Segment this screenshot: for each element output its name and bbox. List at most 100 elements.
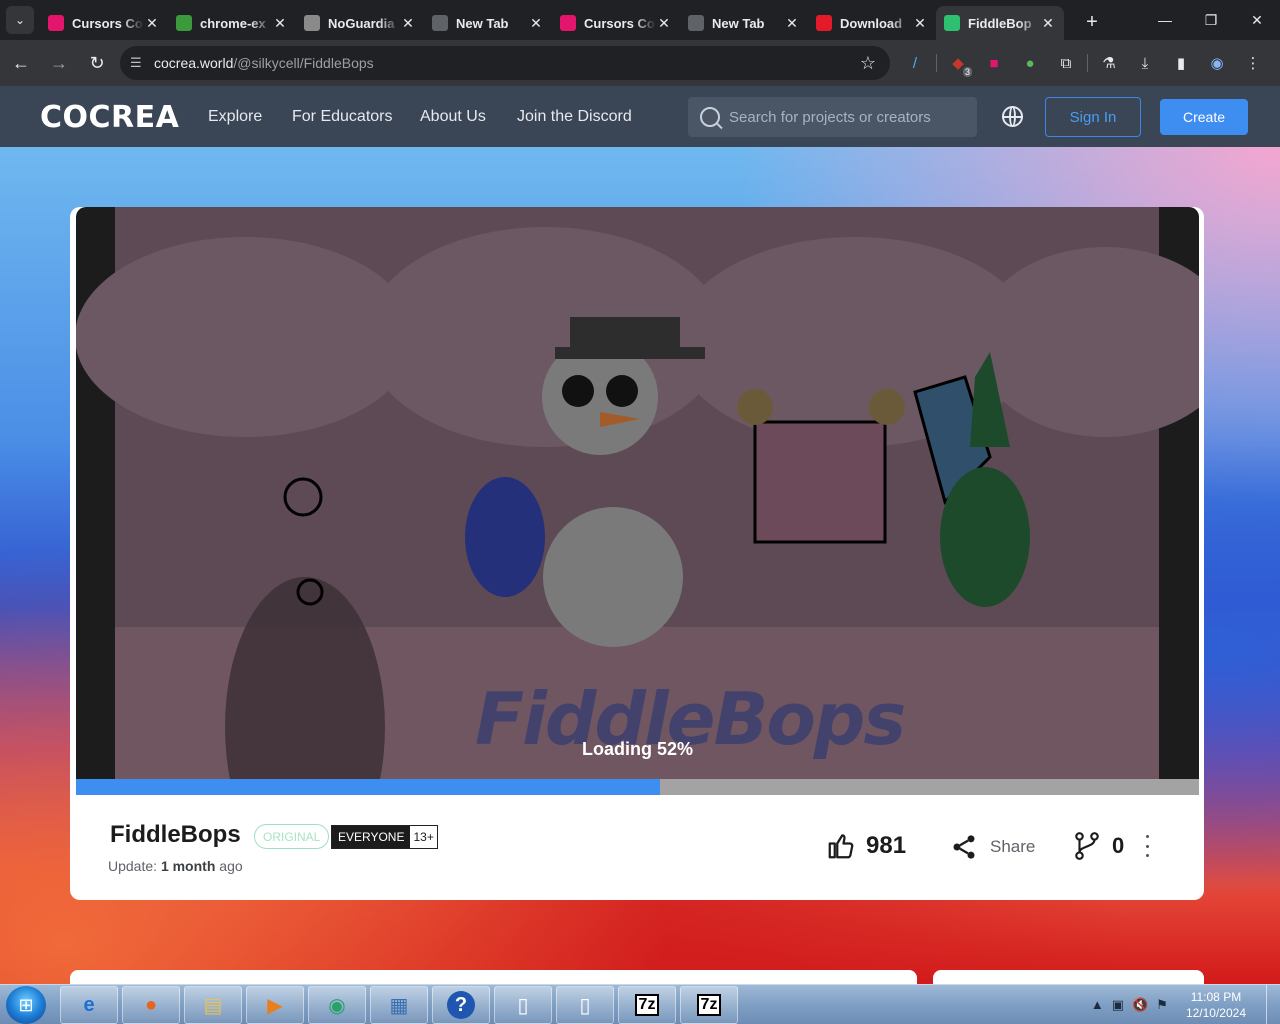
side-panel-icon[interactable]: ▮ — [1166, 48, 1196, 78]
remix-button[interactable]: 0 — [1074, 831, 1124, 861]
address-bar[interactable]: ☰ cocrea.world/@silkycell/FiddleBops ☆ — [120, 46, 890, 80]
bookmark-star-icon[interactable]: ☆ — [860, 53, 876, 74]
loading-text: Loading 52% — [581, 739, 693, 759]
chrome-taskbar-icon[interactable]: ◉ — [308, 986, 366, 1024]
document-icon[interactable]: ▯ — [494, 986, 552, 1024]
cursor-icon — [560, 15, 576, 31]
browser-tab[interactable]: NoGuardia ✕ — [296, 6, 424, 40]
reload-icon[interactable]: ↻ — [80, 46, 114, 80]
browser-tab[interactable]: Cursors Co ✕ — [40, 6, 168, 40]
cocrea-logo[interactable]: COCREA — [40, 100, 179, 135]
nav-for-educators[interactable]: For Educators — [292, 108, 392, 126]
cursor-extension-icon[interactable]: ■ — [979, 48, 1009, 78]
search-icon — [700, 107, 720, 127]
browser-tab[interactable]: FiddleBop ✕ — [936, 6, 1064, 40]
extensions-row: / ◆ 3 ■ ● ⧉ ⚗ ⤓ ▮ ◉ ⋮ — [900, 46, 1268, 80]
7zip-icon[interactable]: 7z — [680, 986, 738, 1024]
cursor-icon — [48, 15, 64, 31]
share-icon — [953, 835, 975, 859]
tab-search-button[interactable]: ⌄ — [6, 6, 34, 34]
help-icon[interactable]: ? — [432, 986, 490, 1024]
action-center-flag-icon[interactable]: ⚑ — [1156, 997, 1168, 1013]
minimize-icon[interactable]: — — [1142, 0, 1188, 40]
volume-muted-icon[interactable]: 🔇 — [1132, 997, 1148, 1013]
browser-tab[interactable]: Download ✕ — [808, 6, 936, 40]
like-count: 981 — [866, 832, 907, 859]
file-explorer-icon[interactable]: ▤ — [184, 986, 242, 1024]
close-tab-icon[interactable]: ✕ — [656, 15, 672, 32]
back-icon[interactable]: ← — [4, 46, 38, 80]
download-icon[interactable]: ⤓ — [1130, 48, 1160, 78]
new-tab-button[interactable]: + — [1078, 8, 1106, 36]
internet-explorer-icon[interactable]: e — [60, 986, 118, 1024]
browser-tab[interactable]: Cursors Co ✕ — [552, 6, 680, 40]
tab-list: Cursors Co ✕ chrome-ex ✕ NoGuardia ✕ New Tab ✕ C… — [40, 6, 1064, 40]
search-placeholder: Search for projects or creators — [729, 108, 931, 126]
age-label: 13+ — [410, 826, 437, 848]
close-tab-icon[interactable]: ✕ — [912, 15, 928, 32]
more-options-icon[interactable] — [1140, 835, 1154, 857]
close-tab-icon[interactable]: ✕ — [528, 15, 544, 32]
update-suffix: ago — [219, 858, 243, 874]
extensions-puzzle-icon[interactable]: ⧉ — [1051, 48, 1081, 78]
browser-toolbar: ← → ↻ ☰ cocrea.world/@silkycell/FiddleBo… — [0, 40, 1280, 86]
android-icon — [176, 15, 192, 31]
share-button[interactable]: Share — [950, 833, 1035, 861]
site-info-icon[interactable]: ☰ — [130, 55, 154, 71]
show-hidden-icons-icon[interactable]: ▲ — [1091, 997, 1104, 1013]
project-title: FiddleBops — [110, 821, 241, 848]
7zip-icon[interactable]: 7z — [618, 986, 676, 1024]
thumbs-up-icon — [828, 834, 854, 859]
age-rating-badge: EVERYONE 13+ — [331, 825, 438, 849]
android-extension-icon[interactable]: ● — [1015, 48, 1045, 78]
close-tab-icon[interactable]: ✕ — [1040, 15, 1056, 32]
close-tab-icon[interactable]: ✕ — [144, 15, 160, 32]
nav-join-discord[interactable]: Join the Discord — [517, 108, 632, 126]
firefox-icon[interactable]: ● — [122, 986, 180, 1024]
loading-progress-bar — [76, 779, 1199, 795]
browser-tab[interactable]: New Tab ✕ — [424, 6, 552, 40]
remix-branch-icon — [1075, 832, 1099, 860]
close-window-icon[interactable]: ✕ — [1234, 0, 1280, 40]
tab-title: Cursors Co — [72, 15, 143, 31]
language-globe-icon[interactable] — [1002, 106, 1023, 127]
control-panel-icon[interactable]: ▦ — [370, 986, 428, 1024]
toolbar-divider — [936, 54, 937, 72]
labs-flask-icon[interactable]: ⚗ — [1094, 48, 1124, 78]
document-icon[interactable]: ▯ — [556, 986, 614, 1024]
like-button[interactable]: 981 — [826, 831, 906, 861]
show-desktop-button[interactable] — [1266, 985, 1280, 1024]
taskbar-clock[interactable]: 11:08 PM 12/10/2024 — [1186, 989, 1246, 1021]
media-player-icon[interactable]: ▶ — [246, 986, 304, 1024]
close-tab-icon[interactable]: ✕ — [400, 15, 416, 32]
browser-tab[interactable]: chrome-ex ✕ — [168, 6, 296, 40]
browser-tab[interactable]: New Tab ✕ — [680, 6, 808, 40]
ublock-extension-icon[interactable]: ◆ 3 — [943, 48, 973, 78]
restore-icon[interactable]: ❐ — [1188, 0, 1234, 40]
network-icon[interactable]: ▣ — [1112, 997, 1124, 1013]
chrome-menu-icon[interactable]: ⋮ — [1238, 48, 1268, 78]
game-splash-image: FiddleBops — [76, 207, 1199, 787]
nav-about-us[interactable]: About Us — [420, 108, 486, 126]
close-tab-icon[interactable]: ✕ — [784, 15, 800, 32]
loading-progress-fill — [76, 779, 660, 795]
url-path: /@silkycell/FiddleBops — [233, 55, 374, 71]
original-badge: ORIGINAL — [254, 824, 330, 849]
update-info: Update: 1 month ago — [108, 858, 243, 874]
project-card: FiddleBops Loading 52% FiddleBops ORIGIN… — [70, 207, 1204, 900]
close-tab-icon[interactable]: ✕ — [272, 15, 288, 32]
sign-in-button[interactable]: Sign In — [1045, 97, 1141, 137]
share-label: Share — [990, 837, 1036, 856]
forward-icon[interactable]: → — [42, 46, 76, 80]
pen-extension-icon[interactable]: / — [900, 48, 930, 78]
create-button[interactable]: Create — [1160, 99, 1248, 135]
site-header: COCREA Explore For Educators About Us Jo… — [0, 86, 1280, 147]
profile-avatar-icon[interactable]: ◉ — [1202, 48, 1232, 78]
search-input[interactable]: Search for projects or creators — [688, 97, 977, 137]
tab-title: NoGuardia — [328, 15, 395, 31]
start-button-icon[interactable]: ⊞ — [6, 986, 46, 1024]
game-player[interactable]: FiddleBops Loading 52% — [76, 207, 1199, 795]
update-prefix: Update: — [108, 858, 158, 874]
browser-tab-strip: ⌄ Cursors Co ✕ chrome-ex ✕ NoGuardia ✕ New Tab… — [0, 0, 1280, 40]
nav-explore[interactable]: Explore — [208, 108, 262, 126]
